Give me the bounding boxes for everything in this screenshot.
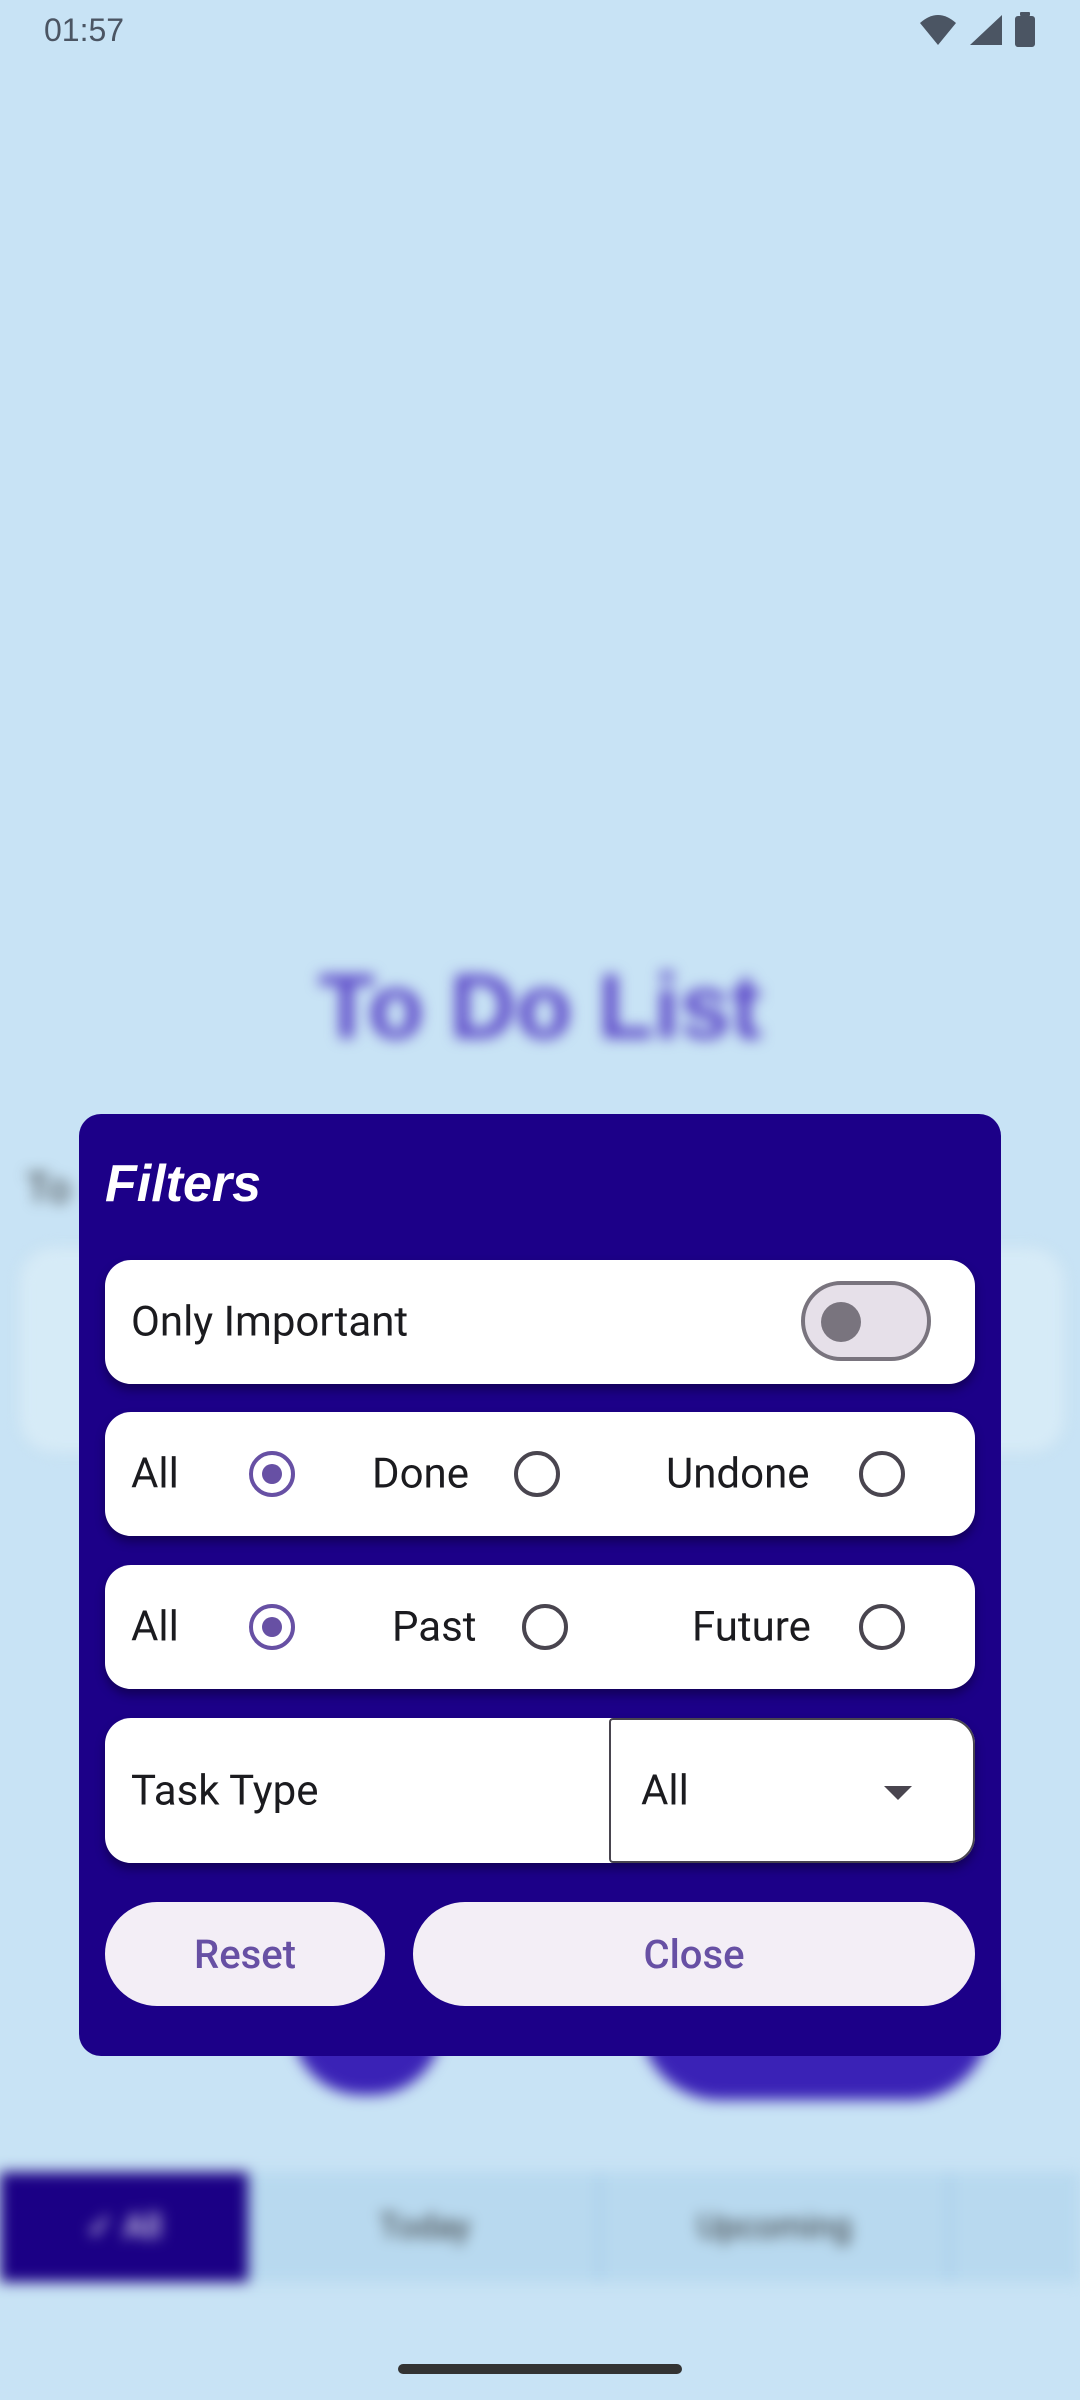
date-filter-panel: All Past Future <box>105 1565 975 1689</box>
radio-dot <box>262 1464 282 1484</box>
app-title: To Do List <box>318 956 762 1058</box>
section-label: To <box>26 1165 71 1212</box>
switch-thumb <box>821 1302 861 1342</box>
date-option-future-label: Future <box>692 1602 811 1652</box>
only-important-label: Only Important <box>131 1297 409 1347</box>
status-radio-undone[interactable] <box>859 1451 905 1497</box>
tab-all: ✓ All <box>0 2172 251 2282</box>
date-option-past-label: Past <box>392 1602 477 1652</box>
task-type-dropdown[interactable]: All <box>609 1718 975 1863</box>
task-type-panel: Task Type All <box>105 1718 975 1863</box>
status-option-done-label: Done <box>372 1449 469 1499</box>
date-option-all-label: All <box>131 1602 179 1652</box>
dialog-title: Filters <box>105 1155 262 1213</box>
status-option-all-label: All <box>131 1449 179 1499</box>
tab-today: Today <box>251 2172 601 2282</box>
reset-button[interactable]: Reset <box>105 1902 385 2006</box>
date-radio-past[interactable] <box>522 1604 568 1650</box>
chevron-down-icon <box>884 1786 912 1800</box>
tab-upcoming: Upcoming <box>601 2172 952 2282</box>
date-radio-all[interactable] <box>249 1604 295 1650</box>
status-filter-panel: All Done Undone <box>105 1412 975 1536</box>
status-radio-all[interactable] <box>249 1451 295 1497</box>
radio-dot <box>262 1617 282 1637</box>
close-button[interactable]: Close <box>413 1902 975 2006</box>
filters-dialog: Filters Only Important All Done Undone A… <box>79 1114 1001 2056</box>
task-type-label: Task Type <box>131 1766 319 1815</box>
date-radio-future[interactable] <box>859 1604 905 1650</box>
only-important-switch[interactable] <box>801 1281 931 1361</box>
tab-more <box>951 2172 1080 2282</box>
tab-bar: ✓ All Today Upcoming <box>0 2172 1080 2282</box>
home-indicator[interactable] <box>398 2364 682 2374</box>
only-important-panel: Only Important <box>105 1260 975 1384</box>
status-radio-done[interactable] <box>514 1451 560 1497</box>
task-type-value: All <box>641 1766 689 1815</box>
status-option-undone-label: Undone <box>666 1449 810 1499</box>
